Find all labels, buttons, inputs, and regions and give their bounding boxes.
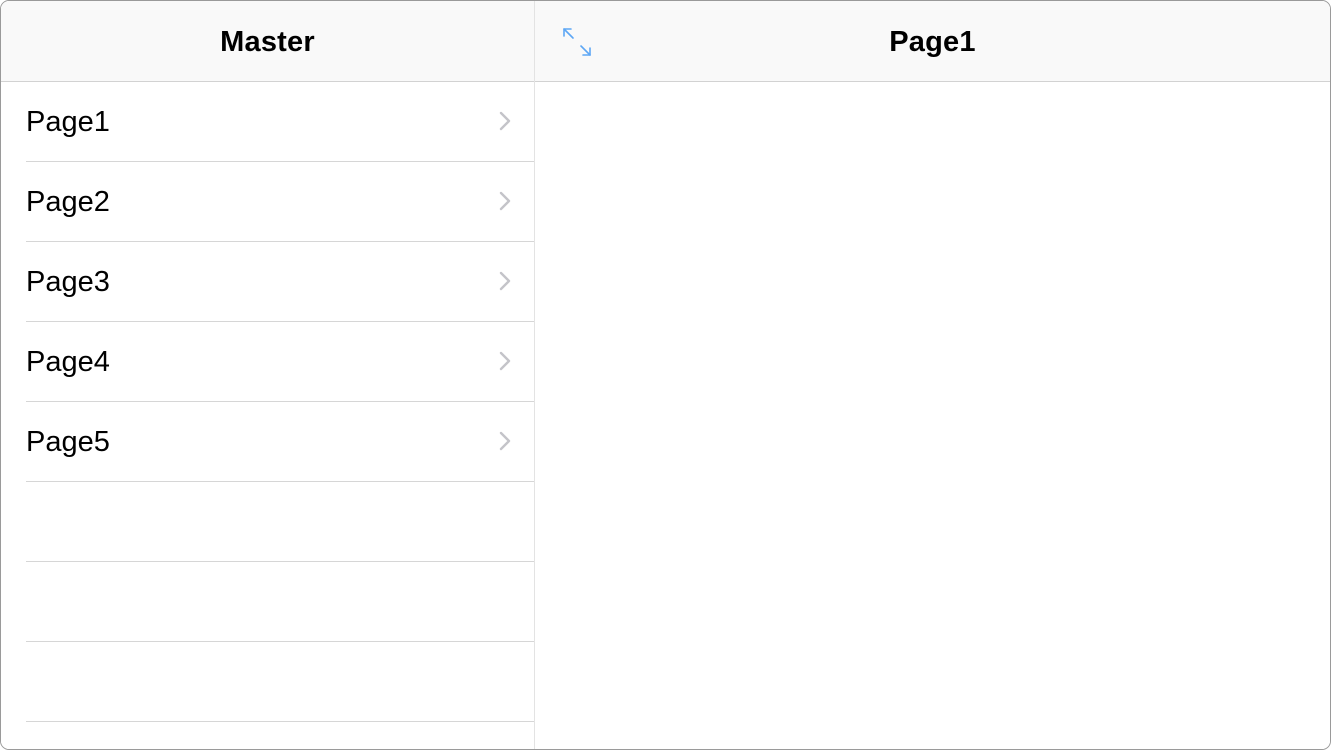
empty-row: [26, 482, 534, 562]
list-item-page1[interactable]: Page1: [26, 82, 534, 162]
detail-navbar: Page1: [535, 1, 1330, 82]
chevron-right-icon: [499, 111, 511, 131]
detail-pane: Page1: [535, 1, 1330, 749]
list-item-page3[interactable]: Page3: [26, 242, 534, 322]
list-item-label: Page1: [26, 106, 110, 138]
list-item-page2[interactable]: Page2: [26, 162, 534, 242]
empty-row: [26, 562, 534, 642]
master-title: Master: [220, 26, 315, 58]
empty-row: [26, 642, 534, 722]
master-navbar: Master: [1, 1, 534, 82]
chevron-right-icon: [499, 351, 511, 371]
list-item-label: Page4: [26, 346, 110, 378]
chevron-right-icon: [499, 431, 511, 451]
detail-title: Page1: [889, 26, 976, 58]
list-item-page5[interactable]: Page5: [26, 402, 534, 482]
master-list: Page1 Page2 Page3 Page4 Page5: [1, 82, 534, 722]
list-item-label: Page2: [26, 186, 110, 218]
app-window: Master Page1 Page2 Page3 Page4 Page5 Pag…: [0, 0, 1331, 750]
chevron-right-icon: [499, 191, 511, 211]
list-item-label: Page5: [26, 426, 110, 458]
list-item-page4[interactable]: Page4: [26, 322, 534, 402]
chevron-right-icon: [499, 271, 511, 291]
list-item-label: Page3: [26, 266, 110, 298]
master-pane: Master Page1 Page2 Page3 Page4 Page5: [1, 1, 534, 749]
